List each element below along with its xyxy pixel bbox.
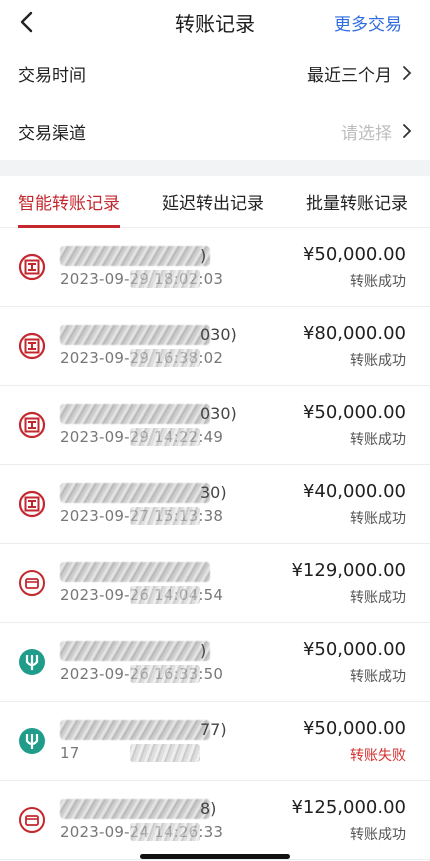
status-success: 转账成功 bbox=[350, 590, 406, 606]
redaction-scribble bbox=[130, 744, 200, 762]
home-indicator bbox=[140, 854, 290, 859]
record-info: 030)2023-09-29 16:38:02 bbox=[60, 323, 270, 373]
record-info: 2023-09-26 14:04:54 bbox=[60, 560, 270, 610]
transfer-record-row[interactable]: )2023-09-29 18:02:03 ¥50,000.00 转账成功 bbox=[0, 228, 430, 307]
payee-account-suffix: 77) bbox=[200, 720, 227, 739]
card-icon bbox=[18, 806, 46, 834]
payee-account-suffix: 30) bbox=[200, 483, 227, 502]
filter-time-value-text: 最近三个月 bbox=[307, 65, 392, 86]
status-success: 转账成功 bbox=[350, 511, 406, 527]
filter-channel-placeholder: 请选择 bbox=[341, 123, 392, 144]
filter-time-row[interactable]: 交易时间 最近三个月 bbox=[0, 44, 430, 102]
payee-account-suffix: 030) bbox=[200, 325, 237, 344]
filter-channel-row[interactable]: 交易渠道 请选择 bbox=[0, 102, 430, 160]
payee-account-suffix: ) bbox=[200, 641, 207, 660]
transfer-record-row[interactable]: 30)2023-09-27 15:13:38 ¥40,000.00 转账成功 bbox=[0, 465, 430, 544]
icbc-icon bbox=[18, 490, 46, 518]
transfer-record-row[interactable]: 77) 17 ¥50,000.00 转账失败 bbox=[0, 702, 430, 781]
redacted-payee-name bbox=[60, 246, 210, 266]
payee-account-suffix: 030) bbox=[200, 404, 237, 423]
record-amount: ¥129,000.00 bbox=[291, 560, 406, 581]
page-title: 转账记录 bbox=[175, 11, 255, 36]
status-failed: 转账失败 bbox=[350, 748, 406, 764]
tab-batch-transfer[interactable]: 批量转账记录 bbox=[306, 176, 408, 228]
redaction-scribble bbox=[130, 665, 200, 683]
redacted-payee-name bbox=[60, 641, 210, 661]
record-amount: ¥125,000.00 bbox=[291, 797, 406, 818]
redaction-scribble bbox=[130, 586, 200, 604]
record-amount-block: ¥125,000.00 转账成功 bbox=[291, 797, 406, 844]
icbc-icon bbox=[18, 411, 46, 439]
record-amount-block: ¥129,000.00 转账成功 bbox=[291, 560, 406, 607]
redacted-payee-name bbox=[60, 404, 210, 424]
status-success: 转账成功 bbox=[350, 827, 406, 843]
redacted-payee-name bbox=[60, 562, 210, 582]
record-amount-block: ¥50,000.00 转账成功 bbox=[303, 639, 406, 686]
record-info: )2023-09-26 16:33:50 bbox=[60, 639, 270, 689]
redacted-payee-name bbox=[60, 483, 210, 503]
redaction-scribble bbox=[130, 507, 200, 525]
payee-account-suffix: ) bbox=[200, 246, 207, 265]
tab-smart-transfer[interactable]: 智能转账记录 bbox=[18, 176, 120, 228]
record-info: 30)2023-09-27 15:13:38 bbox=[60, 481, 270, 531]
payee-account-suffix: 8) bbox=[200, 799, 217, 818]
record-amount: ¥80,000.00 bbox=[302, 323, 406, 344]
filter-channel-value: 请选择 bbox=[341, 119, 412, 144]
record-amount: ¥50,000.00 bbox=[302, 402, 406, 423]
record-amount-block: ¥80,000.00 转账成功 bbox=[303, 323, 406, 370]
more-transactions-link[interactable]: 更多交易 bbox=[334, 10, 402, 35]
chevron-right-icon bbox=[403, 66, 412, 80]
transfer-record-row[interactable]: 030)2023-09-29 16:38:02 ¥80,000.00 转账成功 bbox=[0, 307, 430, 386]
record-info: 77) 17 bbox=[60, 718, 270, 768]
filter-time-value: 最近三个月 bbox=[307, 61, 412, 86]
back-button[interactable] bbox=[14, 8, 38, 36]
record-tabs: 智能转账记录 延迟转出记录 批量转账记录 bbox=[0, 176, 430, 228]
status-success: 转账成功 bbox=[350, 353, 406, 369]
abc-icon bbox=[18, 648, 46, 676]
redaction-scribble bbox=[130, 349, 200, 367]
filter-time-label: 交易时间 bbox=[18, 65, 86, 86]
status-success: 转账成功 bbox=[350, 432, 406, 448]
record-amount: ¥50,000.00 bbox=[302, 244, 406, 265]
status-success: 转账成功 bbox=[350, 669, 406, 685]
redaction-scribble bbox=[130, 823, 200, 841]
card-icon bbox=[18, 569, 46, 597]
redaction-scribble bbox=[130, 428, 200, 446]
record-info: 030)2023-09-29 14:22:49 bbox=[60, 402, 270, 452]
filter-section: 交易时间 最近三个月 交易渠道 请选择 bbox=[0, 44, 430, 160]
transfer-record-row[interactable]: 030)2023-09-29 14:22:49 ¥50,000.00 转账成功 bbox=[0, 386, 430, 465]
transfer-record-row[interactable]: 2023-09-26 14:04:54 ¥129,000.00 转账成功 bbox=[0, 544, 430, 623]
record-amount: ¥50,000.00 bbox=[302, 639, 406, 660]
chevron-right-icon bbox=[403, 124, 412, 138]
chevron-left-icon bbox=[20, 11, 33, 33]
section-divider bbox=[0, 160, 430, 176]
record-amount-block: ¥50,000.00 转账成功 bbox=[303, 244, 406, 291]
record-info: 8)2023-09-24 14:26:33 bbox=[60, 797, 270, 847]
record-amount-block: ¥50,000.00 转账失败 bbox=[303, 718, 406, 765]
tab-delayed-transfer[interactable]: 延迟转出记录 bbox=[162, 176, 264, 228]
redaction-scribble bbox=[130, 270, 200, 288]
record-info: )2023-09-29 18:02:03 bbox=[60, 244, 270, 294]
record-amount-block: ¥40,000.00 转账成功 bbox=[303, 481, 406, 528]
filter-channel-label: 交易渠道 bbox=[18, 123, 86, 144]
record-time: 17 bbox=[60, 744, 80, 762]
transfer-list: )2023-09-29 18:02:03¥50,000.00转账成功030)20… bbox=[0, 228, 430, 860]
redacted-payee-name bbox=[60, 720, 210, 740]
redacted-payee-name bbox=[60, 325, 210, 345]
redacted-payee-name bbox=[60, 799, 210, 819]
record-amount-block: ¥50,000.00 转账成功 bbox=[303, 402, 406, 449]
record-amount: ¥50,000.00 bbox=[302, 718, 406, 739]
status-success: 转账成功 bbox=[350, 274, 406, 290]
top-bar: 转账记录 更多交易 bbox=[0, 0, 430, 44]
record-amount: ¥40,000.00 bbox=[302, 481, 406, 502]
abc-icon bbox=[18, 727, 46, 755]
transfer-record-row[interactable]: 8)2023-09-24 14:26:33 ¥125,000.00 转账成功 bbox=[0, 781, 430, 860]
transfer-record-row[interactable]: )2023-09-26 16:33:50 ¥50,000.00 转账成功 bbox=[0, 623, 430, 702]
icbc-icon bbox=[18, 253, 46, 281]
icbc-icon bbox=[18, 332, 46, 360]
